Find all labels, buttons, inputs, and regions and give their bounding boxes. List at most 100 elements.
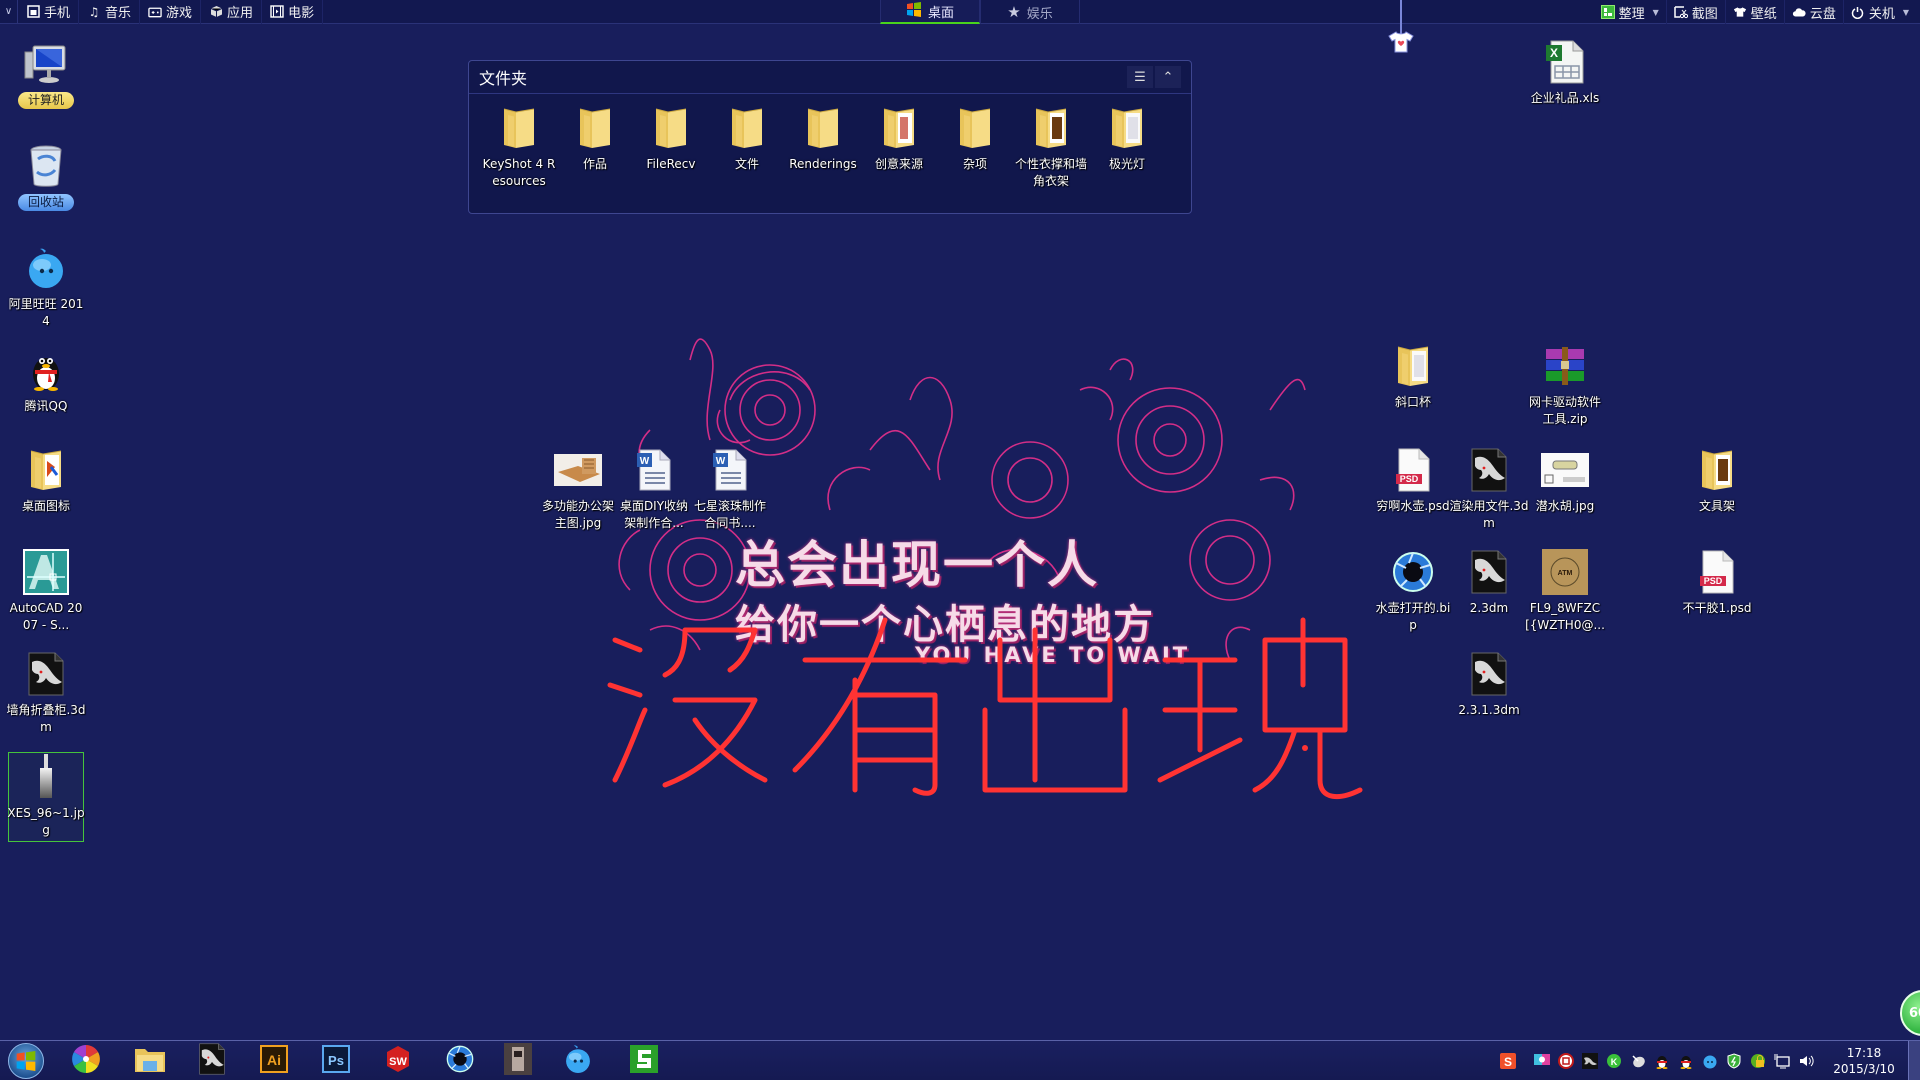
rhino-3dm-file-icon <box>22 650 70 698</box>
security-shield-icon[interactable] <box>1726 1053 1742 1069</box>
network-icon[interactable] <box>1774 1053 1790 1069</box>
sogou-input-icon[interactable]: S <box>1500 1053 1516 1069</box>
desktop-icon[interactable]: 渲染用文件.3dm <box>1449 446 1529 532</box>
top-item-tidy[interactable]: 整理 ▼ <box>1594 0 1667 24</box>
speed-ball-value: 60 <box>1909 1005 1920 1021</box>
wallpaper-title-line2: 给你一个心栖息的地方 <box>735 602 1155 648</box>
photo-viewer-app-icon <box>504 1043 532 1079</box>
fence-list-view-button[interactable]: ☰ <box>1127 66 1153 88</box>
taskbar-aliwangwang-app[interactable] <box>562 1045 594 1077</box>
desktop-icon[interactable]: 墙角折叠柜.3dm <box>6 650 86 736</box>
wallpaper-shirt-icon[interactable] <box>1388 30 1414 54</box>
desktop-icon[interactable]: 2.3dm <box>1451 548 1527 617</box>
top-item-shutdown[interactable]: 关机 ▼ <box>1844 0 1916 24</box>
windows-icon <box>906 1 922 21</box>
speed-ball-widget[interactable]: 60 <box>1900 990 1920 1036</box>
fence-folder-item[interactable]: 文件 <box>709 104 785 173</box>
desktop-icon[interactable]: 腾讯QQ <box>8 346 84 415</box>
desktop-icon[interactable]: AutoCAD 2007 - S... <box>8 548 84 634</box>
desktop-icon[interactable]: 阿里旺旺 2014 <box>8 244 84 330</box>
icon-label: FL9_8WFZC[{WZTH0@... <box>1525 601 1605 632</box>
taskbar-pinwheel-app[interactable] <box>70 1045 102 1077</box>
icon-label: 桌面图标 <box>21 499 70 513</box>
image-file-icon: ATM <box>1541 548 1589 596</box>
taskbar-rhino-app[interactable] <box>196 1043 228 1077</box>
taskbar-file-explorer[interactable] <box>134 1045 166 1077</box>
top-item-movies[interactable]: 电影 <box>262 0 324 24</box>
qq-tray-icon-2[interactable] <box>1678 1053 1694 1069</box>
desktop-icon[interactable]: 水壶打开的.bip <box>1375 548 1451 634</box>
taskbar-sogou-5-app[interactable] <box>628 1045 660 1077</box>
dropdown-arrow-icon[interactable]: ▼ <box>1653 8 1659 17</box>
desktop-icon[interactable]: 潜水胡.jpg <box>1527 446 1603 515</box>
color-monitor-icon[interactable] <box>1534 1053 1550 1069</box>
illustrator-app-icon: Ai <box>260 1045 288 1077</box>
fence-folder-item[interactable]: 杂项 <box>937 104 1013 173</box>
screenshot-icon <box>1674 5 1688 19</box>
fence-folder-item[interactable]: 作品 <box>557 104 633 173</box>
top-item-screenshot[interactable]: 截图 <box>1667 0 1726 24</box>
aliwangwang-app-icon <box>564 1044 592 1078</box>
fence-folder-item[interactable]: 极光灯 <box>1089 104 1165 173</box>
rhino-tray-icon[interactable] <box>1582 1053 1598 1069</box>
fence-folder-item[interactable]: 创意来源 <box>861 104 937 173</box>
top-item-games[interactable]: 游戏 <box>140 0 202 24</box>
taskbar-keyshot-app[interactable] <box>444 1045 476 1077</box>
icon-label: 腾讯QQ <box>24 399 68 413</box>
photoshop-app-icon: Ps <box>322 1045 350 1077</box>
top-item-cloud[interactable]: 云盘 <box>1785 0 1844 24</box>
show-desktop-button[interactable] <box>1908 1041 1920 1080</box>
folder-icon <box>495 104 543 152</box>
satellite-icon[interactable] <box>1630 1053 1646 1069</box>
fence-folder-item[interactable]: FileRecv <box>633 104 709 173</box>
desktop-icon[interactable]: W 七星滚珠制作合同书.... <box>692 446 768 532</box>
desktop-icon[interactable]: 桌面图标 <box>8 446 84 515</box>
desktop-icon[interactable]: 回收站 <box>8 142 84 211</box>
clock[interactable]: 17:18 2015/3/10 <box>1824 1045 1904 1077</box>
dropdown-arrow-icon[interactable]: ▼ <box>1903 8 1909 17</box>
icbc-icon[interactable] <box>1558 1053 1574 1069</box>
desktop-icon[interactable]: W 桌面DIY收纳架制作合... <box>616 446 692 532</box>
desktop-icon[interactable]: X 企业礼品.xls <box>1527 38 1603 107</box>
top-item-wallpaper[interactable]: 壁纸 <box>1726 0 1785 24</box>
fence-folder-item[interactable]: Renderings <box>785 104 861 173</box>
taskbar-photoshop-app[interactable]: Ps <box>320 1045 352 1077</box>
film-icon <box>270 5 284 19</box>
lock-coin-icon[interactable] <box>1750 1053 1766 1069</box>
desktop-icon[interactable]: 网卡驱动软件工具.zip <box>1527 342 1603 428</box>
fence-collapse-button[interactable]: ⌃ <box>1155 66 1181 88</box>
desktop-icon[interactable]: PSD 穷啊水壶.psd <box>1375 446 1451 515</box>
desktop-icon[interactable]: PSD 不干胶1.psd <box>1679 548 1755 617</box>
top-item-phone[interactable]: 手机 <box>18 0 80 24</box>
top-item-label: 电影 <box>288 6 315 21</box>
desktop-icon[interactable]: 计算机 <box>8 40 84 109</box>
hanging-string <box>1400 0 1402 34</box>
icon-label: 阿里旺旺 2014 <box>8 297 84 328</box>
tab-entertainment[interactable]: ★ 娱乐 <box>980 0 1080 24</box>
fence-folder-item[interactable]: KeyShot 4 Resources <box>481 104 557 190</box>
top-item-label: 游戏 <box>166 6 193 21</box>
desktop-icon[interactable]: XES_96~1.jpg <box>7 752 85 842</box>
icon-label: FileRecv <box>646 157 696 171</box>
tab-desktop[interactable]: 桌面 <box>880 0 980 24</box>
fence-folder-item[interactable]: 个性衣撑和墙角衣架 <box>1013 104 1089 190</box>
taskbar-solidworks-app[interactable]: SW <box>382 1045 414 1077</box>
taskbar-illustrator-app[interactable]: Ai <box>258 1045 290 1077</box>
svg-text:Ai: Ai <box>267 1052 281 1068</box>
start-button[interactable] <box>8 1043 44 1079</box>
top-item-music[interactable]: ♫ 音乐 <box>79 0 141 24</box>
desktop-icon[interactable]: 斜口杯 <box>1375 342 1451 411</box>
icon-label: 创意来源 <box>874 157 923 171</box>
collapse-chevron-icon[interactable]: ∨ <box>0 0 18 24</box>
desktop-icon[interactable]: 多功能办公架主图.jpg <box>540 446 616 532</box>
k-green-icon[interactable]: K <box>1606 1053 1622 1069</box>
desktop-icon[interactable]: 文具架 <box>1679 446 1755 515</box>
top-item-apps[interactable]: 应用 <box>201 0 263 24</box>
desktop-icon[interactable]: 2.3.1.3dm <box>1451 650 1527 719</box>
desktop-icon[interactable]: ATM FL9_8WFZC[{WZTH0@... <box>1525 548 1605 634</box>
qq-tray-icon-1[interactable] <box>1654 1053 1670 1069</box>
taskbar-photo-viewer-app[interactable] <box>502 1043 534 1079</box>
icon-label: 计算机 <box>17 92 74 109</box>
volume-icon[interactable] <box>1798 1053 1814 1069</box>
wangwang-tray-icon[interactable] <box>1702 1053 1718 1069</box>
